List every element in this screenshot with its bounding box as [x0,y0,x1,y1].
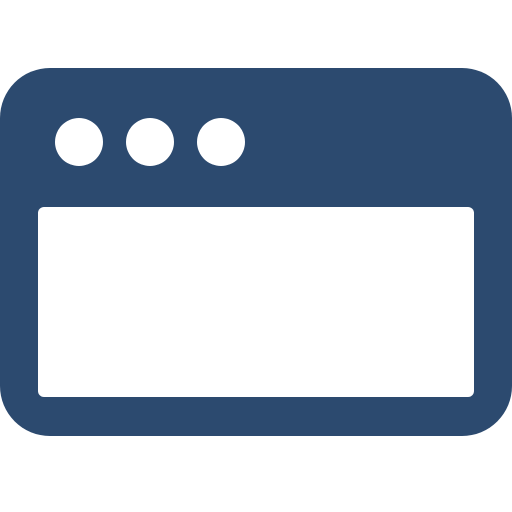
window-dot-2 [126,118,174,166]
window-content-area [38,207,474,397]
browser-window-icon [0,68,512,436]
window-dot-3 [197,118,245,166]
window-dot-1 [55,118,103,166]
icon-canvas [0,0,512,512]
